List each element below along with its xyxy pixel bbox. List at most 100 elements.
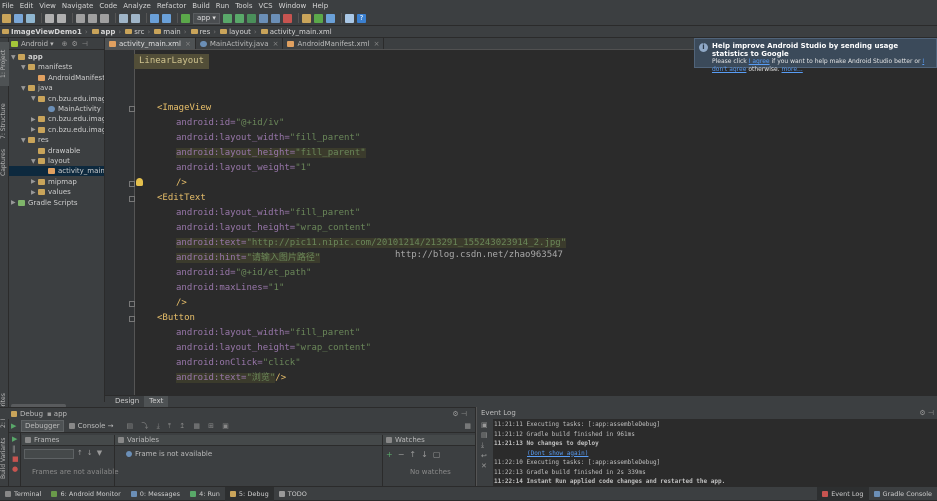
- breadcrumb-item[interactable]: activity_main.xml: [261, 28, 332, 36]
- save-icon[interactable]: [14, 14, 23, 23]
- breadcrumb-item[interactable]: layout›: [220, 28, 257, 36]
- attach-debugger-icon[interactable]: [247, 14, 256, 23]
- tab-captures[interactable]: Captures: [0, 146, 9, 180]
- clear-icon[interactable]: ✕: [481, 462, 493, 470]
- run-icon[interactable]: [223, 14, 232, 23]
- tree-node[interactable]: ▶cn.bzu.edu.imageviewdemo1: [31, 125, 105, 135]
- breadcrumb-item[interactable]: ImageViewDemo1›: [2, 28, 88, 36]
- breadcrumb-item[interactable]: src›: [125, 28, 150, 36]
- sdk-manager-icon[interactable]: [326, 14, 335, 23]
- tool-tab[interactable]: 0: Messages: [126, 487, 185, 501]
- coverage-icon[interactable]: [259, 14, 268, 23]
- paste-icon[interactable]: [100, 14, 109, 23]
- fold-marker-icon[interactable]: [129, 181, 135, 187]
- tree-node[interactable]: AndroidManifest.xml: [31, 73, 105, 83]
- event-log-line[interactable]: (Dont show again): [527, 449, 588, 459]
- back-icon[interactable]: [150, 14, 159, 23]
- watch-controls[interactable]: +−↑↓▢: [386, 450, 445, 459]
- chevron-right-icon[interactable]: ▶: [31, 126, 38, 133]
- resume-icon[interactable]: ▶: [11, 422, 21, 430]
- open-folder-icon[interactable]: [2, 14, 11, 23]
- soft-wrap-icon[interactable]: ↩: [481, 452, 493, 460]
- menu-tools[interactable]: Tools: [235, 2, 252, 10]
- tab-project[interactable]: 1: Project: [0, 42, 9, 86]
- replace-icon[interactable]: [131, 14, 140, 23]
- tree-node[interactable]: drawable: [31, 146, 80, 156]
- undo-icon[interactable]: [45, 14, 54, 23]
- fold-marker-icon[interactable]: [129, 106, 135, 112]
- more-link[interactable]: more...: [782, 66, 803, 73]
- editor-tab[interactable]: AndroidManifest.xml×: [283, 38, 384, 49]
- menu-help[interactable]: Help: [312, 2, 328, 10]
- settings-icon[interactable]: ▣: [481, 421, 493, 429]
- tool-tab[interactable]: 6: Android Monitor: [46, 487, 125, 501]
- stop-icon[interactable]: [283, 14, 292, 23]
- tool-tab[interactable]: Gradle Console: [869, 487, 937, 501]
- fold-marker-icon[interactable]: [129, 301, 135, 307]
- chevron-down-icon[interactable]: ▼: [21, 85, 28, 92]
- hide-panel-icon[interactable]: ⊣: [82, 40, 88, 48]
- close-icon[interactable]: ×: [374, 40, 380, 48]
- chevron-right-icon[interactable]: ▶: [31, 189, 38, 196]
- tool-tab[interactable]: 4: Run: [185, 487, 225, 501]
- chevron-down-icon[interactable]: ▼: [31, 95, 38, 102]
- cut-icon[interactable]: [76, 14, 85, 23]
- restore-layout-icon[interactable]: ▦: [464, 422, 471, 430]
- sync-scroll-icon[interactable]: ⊕: [62, 40, 68, 48]
- menu-build[interactable]: Build: [192, 2, 210, 10]
- menu-view[interactable]: View: [39, 2, 56, 10]
- tree-node[interactable]: ▼manifests: [21, 62, 72, 72]
- stop-icon[interactable]: ■: [12, 455, 20, 463]
- android-device-monitor-icon[interactable]: [345, 14, 354, 23]
- menu-analyze[interactable]: Analyze: [123, 2, 151, 10]
- chevron-down-icon[interactable]: ▼: [11, 54, 18, 61]
- chevron-right-icon[interactable]: ▶: [11, 199, 18, 206]
- project-view-selector[interactable]: Android: [21, 40, 48, 48]
- close-icon[interactable]: ×: [273, 40, 279, 48]
- tab-build-variants[interactable]: Build Variants: [0, 436, 9, 480]
- xml-breadcrumb-tag[interactable]: LinearLayout: [134, 54, 209, 69]
- tree-node[interactable]: ▶values: [31, 187, 71, 197]
- chevron-down-icon[interactable]: ▾: [50, 40, 54, 48]
- menu-vcs[interactable]: VCS: [258, 2, 272, 10]
- help-icon[interactable]: ?: [357, 14, 366, 23]
- editor-tab[interactable]: MainActivity.java×: [196, 38, 284, 49]
- tool-tab[interactable]: Terminal: [0, 487, 46, 501]
- tab-console[interactable]: Console →: [66, 420, 117, 432]
- settings-gear-icon[interactable]: ⚙ ⊣: [919, 409, 934, 417]
- menu-window[interactable]: Window: [279, 2, 307, 10]
- breadcrumb-item[interactable]: app›: [92, 28, 122, 36]
- tab-debugger[interactable]: Debugger: [21, 420, 64, 432]
- breadcrumb-item[interactable]: main›: [154, 28, 186, 36]
- thread-selector[interactable]: [24, 449, 74, 459]
- agree-link[interactable]: I agree: [749, 58, 770, 65]
- tab-structure[interactable]: 7: Structure: [0, 100, 9, 142]
- lightbulb-icon[interactable]: [136, 178, 143, 186]
- make-project-icon[interactable]: [181, 14, 190, 23]
- tree-node[interactable]: ▼cn.bzu.edu.imageviewdemo1: [31, 94, 105, 104]
- chevron-down-icon[interactable]: ▼: [31, 158, 38, 165]
- chevron-down-icon[interactable]: ▼: [21, 64, 28, 71]
- tree-node[interactable]: ▶mipmap: [31, 177, 77, 187]
- tab-design[interactable]: Design: [110, 396, 144, 407]
- sync-icon[interactable]: [26, 14, 35, 23]
- tool-tab[interactable]: 5: Debug: [225, 487, 274, 501]
- chevron-right-icon[interactable]: ▶: [31, 178, 38, 185]
- tree-node[interactable]: ▶Gradle Scripts: [11, 198, 77, 208]
- menu-edit[interactable]: Edit: [20, 2, 34, 10]
- forward-icon[interactable]: [162, 14, 171, 23]
- mark-read-icon[interactable]: ▤: [481, 431, 493, 439]
- find-icon[interactable]: [119, 14, 128, 23]
- close-icon[interactable]: ×: [185, 40, 191, 48]
- dont-show-again-link[interactable]: (Dont show again): [527, 450, 588, 457]
- run-config-dropdown[interactable]: app ▾: [193, 13, 220, 24]
- rerun-icon[interactable]: ▶: [12, 435, 20, 443]
- tree-node[interactable]: ▼app: [11, 52, 43, 62]
- settings-gear-icon[interactable]: ⚙ ⊣: [452, 410, 467, 418]
- menu-refactor[interactable]: Refactor: [157, 2, 186, 10]
- profile-icon[interactable]: [271, 14, 280, 23]
- tool-tab[interactable]: TODO: [274, 487, 312, 501]
- gradle-sync-icon[interactable]: [302, 14, 311, 23]
- menu-navigate[interactable]: Navigate: [62, 2, 93, 10]
- avd-manager-icon[interactable]: [314, 14, 323, 23]
